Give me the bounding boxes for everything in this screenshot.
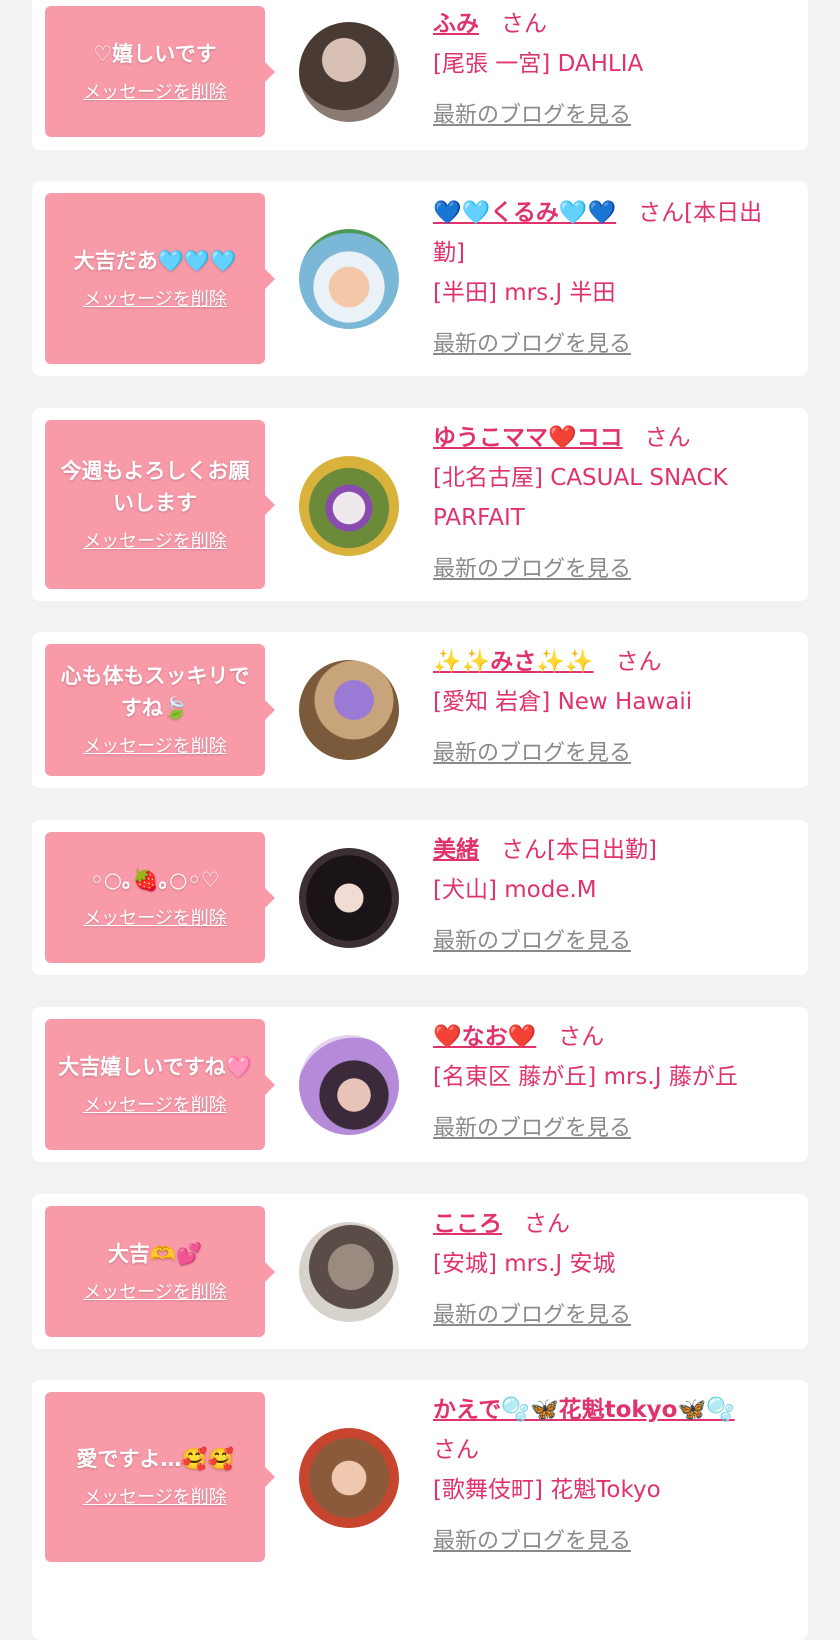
message-bubble: 心も体もスッキリですね🍃 メッセージを削除 — [45, 644, 275, 776]
shop-label: [北名古屋] CASUAL SNACK PARFAIT — [433, 465, 728, 531]
avatar-photo-icon[interactable] — [299, 1222, 399, 1322]
cast-info: こころ さん [安城] mrs.J 安城 最新のブログを見る — [433, 1204, 793, 1336]
avatar-photo-icon[interactable] — [299, 22, 399, 122]
honorific-label: さん — [644, 425, 691, 451]
avatar-photo-icon[interactable] — [299, 456, 399, 556]
message-text: ◦○｡🍓｡○◦♡ — [90, 867, 220, 892]
delete-message-link[interactable]: メッセージを削除 — [83, 1280, 227, 1306]
avatar-photo-icon[interactable] — [299, 660, 399, 760]
message-card: 今週もよろしくお願いします メッセージを削除 ゆうこママ❤️ココ さん [北名古屋… — [32, 408, 808, 601]
message-card: ◦○｡🍓｡○◦♡ メッセージを削除 美緒 さん[本日出勤] [犬山] mode.M… — [32, 820, 808, 975]
cast-info: ❤️なお❤️ さん [名東区 藤が丘] mrs.J 藤が丘 最新のブログを見る — [433, 1017, 793, 1149]
honorific-label: さん — [524, 1211, 570, 1237]
message-text: 今週もよろしくお願いします — [60, 458, 250, 515]
shop-label: [半田] mrs.J 半田 — [433, 280, 616, 306]
avatar-photo-icon[interactable] — [299, 1035, 399, 1135]
message-bubble: 大吉だあ🩵🩵🩵 メッセージを削除 — [45, 193, 275, 364]
shop-label: [尾張 一宮] DAHLIA — [433, 51, 644, 77]
delete-message-link[interactable]: メッセージを削除 — [83, 1485, 227, 1511]
latest-blog-link[interactable]: 最新のブログを見る — [433, 1522, 793, 1562]
delete-message-link[interactable]: メッセージを削除 — [83, 906, 227, 932]
message-text: ♡嬉しいです — [93, 41, 217, 66]
shop-label: [歌舞伎町] 花魁Tokyo — [433, 1477, 661, 1503]
message-card: 大吉嬉しいですね🩷 メッセージを削除 ❤️なお❤️ さん [名東区 藤が丘] mr… — [32, 1007, 808, 1162]
cast-info: 💙🩵くるみ🩵💙 さん[本日出勤] [半田] mrs.J 半田 最新のブログを見る — [433, 193, 793, 365]
message-card: ♡嬉しいです メッセージを削除 ふみ さん [尾張 一宮] DAHLIA 最新のブ… — [32, 0, 808, 150]
avatar-photo-icon[interactable] — [299, 1428, 399, 1528]
latest-blog-link[interactable]: 最新のブログを見る — [433, 1296, 793, 1336]
cast-name-link[interactable]: ✨✨みさ✨✨ — [433, 649, 594, 675]
message-bubble: ♡嬉しいです メッセージを削除 — [45, 6, 275, 137]
cast-name-link[interactable]: かえで🫧🦋花魁tokyo🦋🫧 — [433, 1397, 735, 1423]
cast-info: ゆうこママ❤️ココ さん [北名古屋] CASUAL SNACK PARFAIT … — [433, 418, 793, 590]
cast-info: ふみ さん [尾張 一宮] DAHLIA 最新のブログを見る — [433, 4, 793, 136]
message-text: 大吉🫶💕 — [107, 1241, 203, 1266]
delete-message-link[interactable]: メッセージを削除 — [83, 529, 227, 555]
shop-label: [愛知 岩倉] New Hawaii — [433, 689, 693, 715]
message-card: 愛ですよ…🥰🥰 メッセージを削除 かえで🫧🦋花魁tokyo🦋🫧 さん [歌舞伎町… — [32, 1380, 808, 1640]
avatar-photo-icon[interactable] — [299, 848, 399, 948]
honorific-label: さん[本日出勤] — [501, 837, 657, 863]
cast-info: ✨✨みさ✨✨ さん [愛知 岩倉] New Hawaii 最新のブログを見る — [433, 642, 793, 774]
cast-info: 美緒 さん[本日出勤] [犬山] mode.M 最新のブログを見る — [433, 830, 793, 962]
message-bubble: 大吉🫶💕 メッセージを削除 — [45, 1206, 275, 1337]
honorific-label: さん — [558, 1024, 605, 1050]
delete-message-link[interactable]: メッセージを削除 — [83, 1093, 227, 1119]
honorific-label: さん — [615, 649, 662, 675]
cast-name-link[interactable]: 美緒 — [433, 837, 479, 863]
cast-name-link[interactable]: ふみ — [433, 11, 479, 37]
latest-blog-link[interactable]: 最新のブログを見る — [433, 325, 793, 365]
honorific-label: さん — [501, 11, 547, 37]
latest-blog-link[interactable]: 最新のブログを見る — [433, 922, 793, 962]
honorific-label: さん — [433, 1437, 479, 1463]
message-bubble: ◦○｡🍓｡○◦♡ メッセージを削除 — [45, 832, 275, 963]
cast-name-link[interactable]: ゆうこママ❤️ココ — [433, 425, 623, 451]
message-card: 心も体もスッキリですね🍃 メッセージを削除 ✨✨みさ✨✨ さん [愛知 岩倉] N… — [32, 632, 808, 788]
cast-name-link[interactable]: こころ — [433, 1211, 502, 1237]
message-card: 大吉🫶💕 メッセージを削除 こころ さん [安城] mrs.J 安城 最新のブログ… — [32, 1194, 808, 1349]
delete-message-link[interactable]: メッセージを削除 — [83, 734, 227, 760]
message-text: 大吉だあ🩵🩵🩵 — [73, 248, 237, 273]
avatar-photo-icon[interactable] — [299, 229, 399, 329]
latest-blog-link[interactable]: 最新のブログを見る — [433, 550, 793, 590]
message-bubble: 大吉嬉しいですね🩷 メッセージを削除 — [45, 1019, 275, 1150]
delete-message-link[interactable]: メッセージを削除 — [83, 80, 227, 106]
shop-label: [安城] mrs.J 安城 — [433, 1251, 616, 1277]
cast-name-link[interactable]: 💙🩵くるみ🩵💙 — [433, 200, 616, 226]
latest-blog-link[interactable]: 最新のブログを見る — [433, 1109, 793, 1149]
delete-message-link[interactable]: メッセージを削除 — [83, 287, 227, 313]
message-card: 大吉だあ🩵🩵🩵 メッセージを削除 💙🩵くるみ🩵💙 さん[本日出勤] [半田] mr… — [32, 181, 808, 376]
latest-blog-link[interactable]: 最新のブログを見る — [433, 96, 793, 136]
shop-label: [犬山] mode.M — [433, 877, 597, 903]
latest-blog-link[interactable]: 最新のブログを見る — [433, 734, 793, 774]
message-text: 大吉嬉しいですね🩷 — [58, 1054, 252, 1079]
message-bubble: 愛ですよ…🥰🥰 メッセージを削除 — [45, 1392, 275, 1562]
message-bubble: 今週もよろしくお願いします メッセージを削除 — [45, 420, 275, 589]
cast-name-link[interactable]: ❤️なお❤️ — [433, 1024, 536, 1050]
message-text: 心も体もスッキリですね🍃 — [60, 664, 250, 720]
cast-info: かえで🫧🦋花魁tokyo🦋🫧 さん [歌舞伎町] 花魁Tokyo 最新のブログを… — [433, 1390, 793, 1562]
shop-label: [名東区 藤が丘] mrs.J 藤が丘 — [433, 1064, 738, 1090]
message-text: 愛ですよ…🥰🥰 — [76, 1447, 234, 1471]
